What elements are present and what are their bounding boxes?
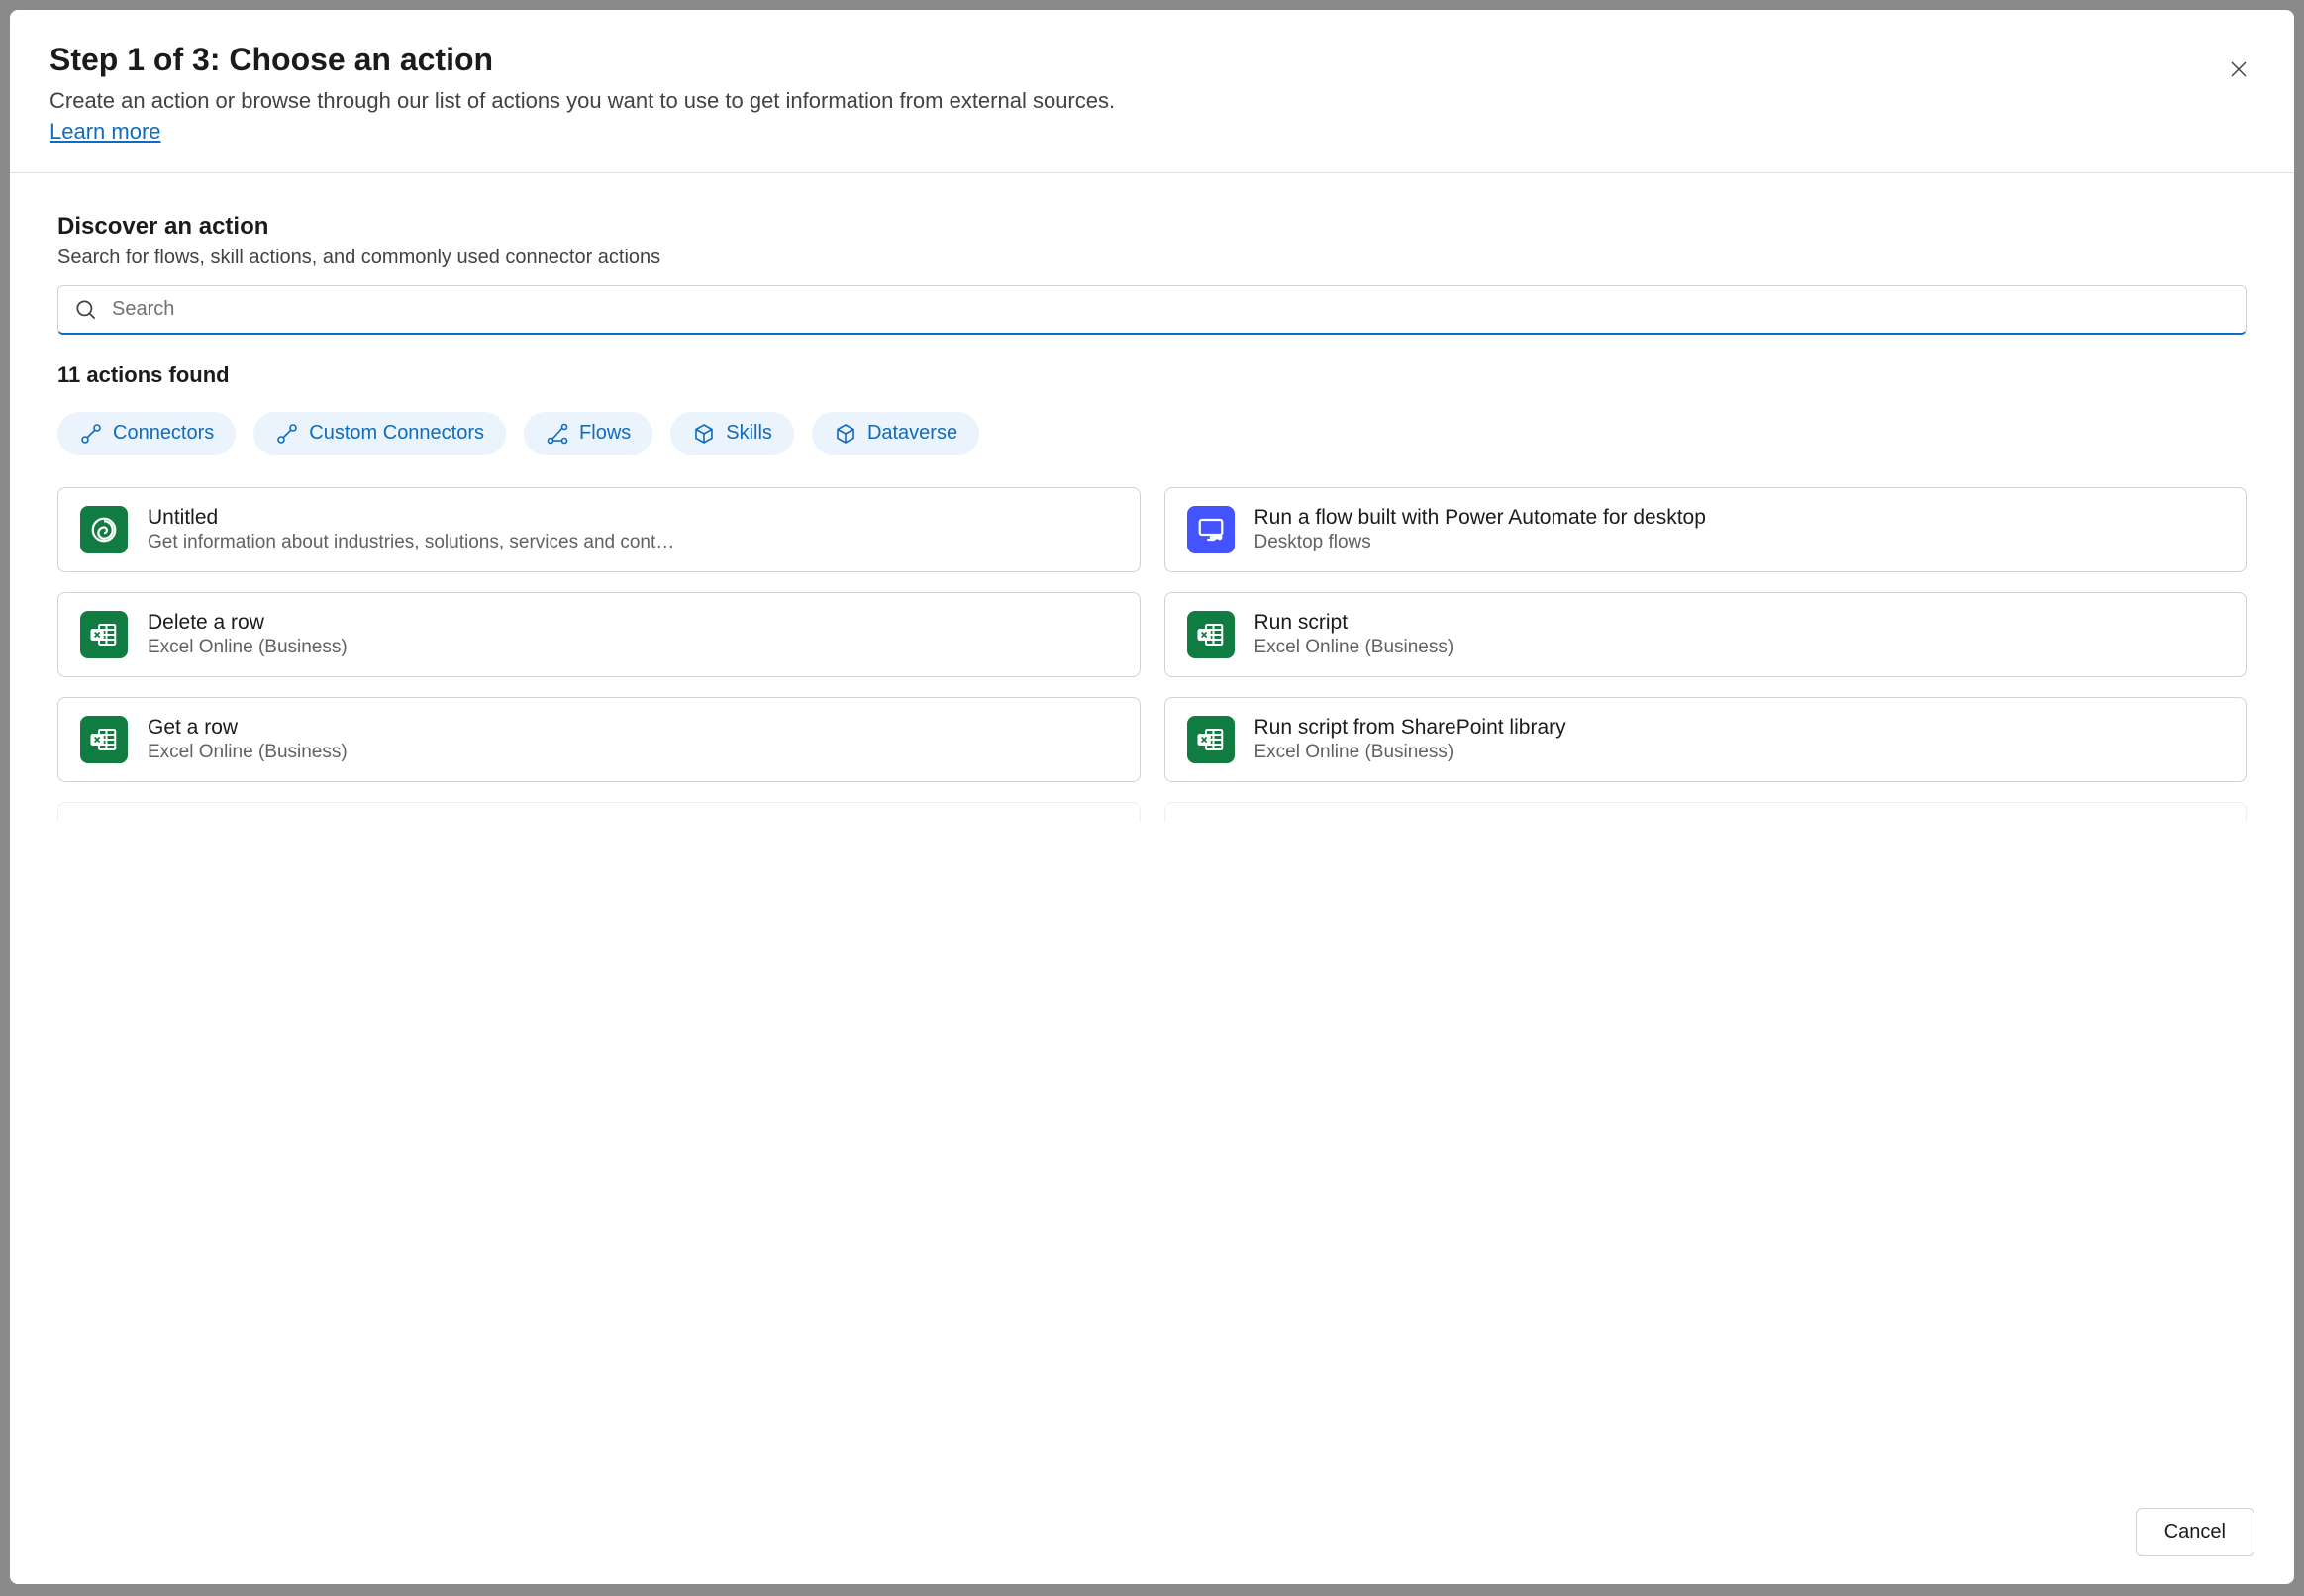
filter-label: Custom Connectors	[309, 422, 484, 445]
action-card-run-script-sharepoint[interactable]: Run script from SharePoint library Excel…	[1164, 697, 2248, 782]
action-subtitle: Excel Online (Business)	[1254, 637, 2225, 658]
swirl-icon	[80, 506, 128, 553]
modal-body: Discover an action Search for flows, ski…	[10, 173, 2294, 1488]
step-title: Step 1 of 3: Choose an action	[50, 42, 2254, 78]
action-subtitle: Excel Online (Business)	[1254, 742, 2225, 763]
filter-label: Skills	[726, 422, 772, 445]
filter-label: Dataverse	[867, 422, 957, 445]
action-grid: Untitled Get information about industrie…	[57, 487, 2247, 822]
cube-icon	[834, 422, 857, 446]
action-text: Get a row Excel Online (Business)	[148, 716, 1118, 763]
action-text: Run a flow built with Power Automate for…	[1254, 506, 2225, 553]
filter-label: Flows	[579, 422, 631, 445]
action-title: Run script from SharePoint library	[1254, 716, 2225, 740]
action-card-delete-row[interactable]: Delete a row Excel Online (Business)	[57, 592, 1141, 677]
action-subtitle: Get information about industries, soluti…	[148, 532, 1118, 553]
close-button[interactable]	[2223, 53, 2254, 85]
filter-dataverse[interactable]: Dataverse	[812, 412, 979, 455]
filter-pills: Connectors Custom Connectors Flows	[57, 412, 2247, 455]
action-text: Run script from SharePoint library Excel…	[1254, 716, 2225, 763]
action-subtitle: Desktop flows	[1254, 532, 2225, 553]
filter-flows[interactable]: Flows	[524, 412, 652, 455]
discover-subtitle: Search for flows, skill actions, and com…	[57, 247, 2247, 269]
modal-header: Step 1 of 3: Choose an action Create an …	[10, 10, 2294, 173]
results-count: 11 actions found	[57, 362, 2247, 388]
filter-custom-connectors[interactable]: Custom Connectors	[253, 412, 506, 455]
flow-icon	[546, 422, 569, 446]
action-text: Run script Excel Online (Business)	[1254, 611, 2225, 658]
action-subtitle: Excel Online (Business)	[148, 742, 1118, 763]
step-description: Create an action or browse through our l…	[50, 86, 2254, 117]
action-card-partial[interactable]	[1164, 802, 2248, 822]
action-card-run-desktop-flow[interactable]: Run a flow built with Power Automate for…	[1164, 487, 2248, 572]
excel-icon	[1187, 611, 1235, 658]
action-card-untitled[interactable]: Untitled Get information about industrie…	[57, 487, 1141, 572]
modal-footer: Cancel	[10, 1488, 2294, 1584]
discover-title: Discover an action	[57, 213, 2247, 241]
connector-icon	[79, 422, 103, 446]
filter-skills[interactable]: Skills	[670, 412, 794, 455]
connector-icon	[275, 422, 299, 446]
cancel-button[interactable]: Cancel	[2136, 1508, 2254, 1556]
filter-connectors[interactable]: Connectors	[57, 412, 236, 455]
filter-label: Connectors	[113, 422, 214, 445]
action-card-run-script[interactable]: Run script Excel Online (Business)	[1164, 592, 2248, 677]
desktop-flow-icon	[1187, 506, 1235, 553]
action-text: Untitled Get information about industrie…	[148, 506, 1118, 553]
action-title: Run script	[1254, 611, 2225, 635]
close-icon	[2227, 57, 2251, 81]
action-title: Run a flow built with Power Automate for…	[1254, 506, 2225, 530]
action-card-partial[interactable]	[57, 802, 1141, 822]
action-subtitle: Excel Online (Business)	[148, 637, 1118, 658]
cube-icon	[692, 422, 716, 446]
action-card-get-row[interactable]: Get a row Excel Online (Business)	[57, 697, 1141, 782]
choose-action-modal: Step 1 of 3: Choose an action Create an …	[10, 10, 2294, 1584]
search-icon	[73, 297, 99, 323]
excel-icon	[80, 716, 128, 763]
excel-icon	[80, 611, 128, 658]
learn-more-link[interactable]: Learn more	[50, 119, 161, 145]
excel-icon	[1187, 716, 1235, 763]
action-title: Delete a row	[148, 611, 1118, 635]
action-title: Get a row	[148, 716, 1118, 740]
search-wrapper	[57, 285, 2247, 335]
action-title: Untitled	[148, 506, 1118, 530]
search-input[interactable]	[57, 285, 2247, 335]
action-text: Delete a row Excel Online (Business)	[148, 611, 1118, 658]
